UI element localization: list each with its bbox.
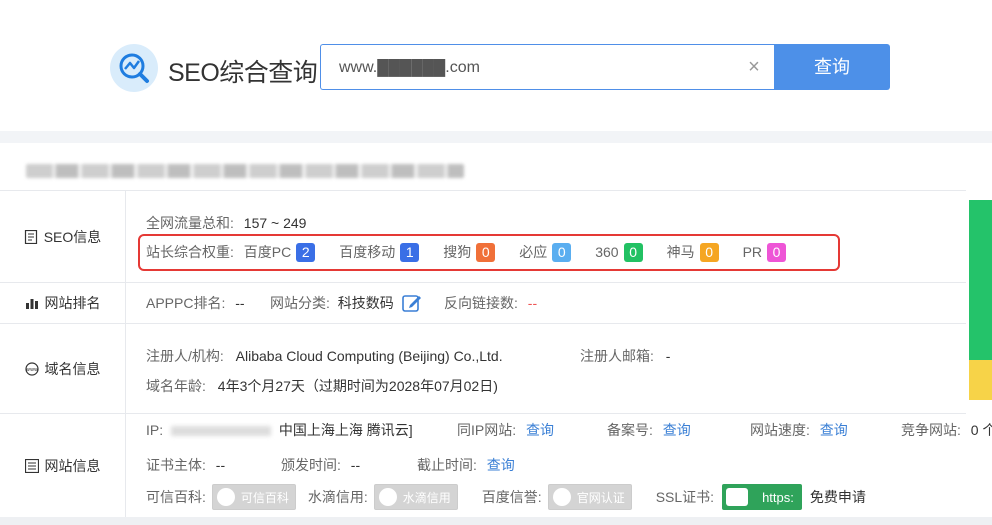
issue-label: 颁发时间:: [281, 457, 341, 473]
domain-label: www 域名信息: [0, 324, 126, 413]
rank-label: 网站排名: [0, 283, 126, 323]
issue-cell: 颁发时间: --: [281, 455, 360, 475]
traffic-label: 全网流量总和:: [146, 215, 234, 231]
ssl-chip[interactable]: https:: [722, 484, 802, 510]
compete-cell: 竞争网站: 0 个: [901, 420, 992, 440]
ssl-shield-icon: [726, 488, 749, 506]
kexin-chip[interactable]: 可信百科: [211, 484, 296, 510]
seo-label: SEO信息: [0, 191, 126, 282]
site-label-text: 网站信息: [44, 457, 101, 474]
kexin-label: 可信百科:: [146, 489, 206, 505]
same-ip-label: 同IP网站:: [457, 422, 517, 438]
result-panel: SEO信息 全网流量总和: 157 ~ 249 站长综合权重: 百度PC 2 百度移…: [0, 143, 992, 525]
cert-value: --: [215, 457, 226, 473]
rank-label-text: 网站排名: [44, 295, 101, 311]
kexin-chip-text: 可信百科: [240, 490, 289, 505]
age-cell: 域名年龄: 4年3个月27天（过期时间为2028年07月02日): [146, 376, 498, 396]
category-cell: 网站分类: 科技数码: [270, 293, 422, 313]
side-banner[interactable]: [969, 200, 992, 400]
apppc-label: APPPC排名:: [146, 295, 226, 311]
cert-label: 证书主体:: [146, 457, 206, 473]
backlinks-label: 反向链接数:: [444, 295, 518, 311]
apppc-value: --: [235, 295, 245, 311]
ip-location: 中国上海上海 腾讯云]: [278, 422, 413, 438]
same-ip-cell: 同IP网站: 查询: [457, 420, 554, 440]
bar-chart-icon: [25, 299, 38, 309]
clear-icon[interactable]: ×: [745, 57, 763, 77]
domain-label-text: 域名信息: [44, 360, 101, 377]
icp-label: 备案号:: [607, 422, 653, 438]
kexin-icon: [216, 488, 235, 506]
backlinks-cell: 反向链接数: --: [444, 293, 537, 313]
email-cell: 注册人邮箱: -: [580, 346, 670, 366]
site-title-redacted: [26, 164, 464, 178]
header-area: SEO综合查询 × 查询: [0, 0, 992, 131]
backlinks-value: --: [527, 295, 538, 311]
search-field[interactable]: [320, 44, 774, 90]
compete-value: 0 个: [970, 422, 992, 438]
icp-cell: 备案号: 查询: [607, 420, 691, 440]
registrant-value: Alibaba Cloud Computing (Beijing) Co.,Lt…: [235, 348, 503, 364]
shuidi-chip-text: 水滴信用: [402, 490, 451, 505]
email-label: 注册人邮箱:: [580, 348, 654, 364]
search-button[interactable]: 查询: [774, 44, 890, 90]
registrant-cell: 注册人/机构: Alibaba Cloud Computing (Beijing…: [146, 346, 503, 366]
expire-link[interactable]: 查询: [487, 457, 515, 473]
traffic-cell: 全网流量总和: 157 ~ 249: [146, 213, 306, 233]
paw-icon: [552, 488, 571, 506]
age-value: 4年3个月27天（过期时间为2028年07月02日): [217, 378, 498, 394]
brand-title: SEO综合查询: [168, 59, 318, 87]
waterdrop-icon: [378, 488, 397, 506]
rank-row: 网站排名 APPPC排名: -- 网站分类: 科技数码 反向链接数: --: [0, 282, 966, 323]
site-row: 网站信息 IP: 中国上海上海 腾讯云] 同IP网站: 查询 备案号: 查询 网…: [0, 413, 992, 517]
globe-icon: www: [24, 361, 39, 376]
expire-label: 截止时间:: [417, 457, 477, 473]
category-value: 科技数码: [337, 295, 394, 311]
issue-value: --: [350, 457, 361, 473]
cert-cell: 证书主体: --: [146, 455, 225, 475]
shuidi-label: 水滴信用:: [307, 489, 368, 505]
baidu-label: 百度信誉:: [481, 489, 542, 505]
category-label: 网站分类:: [270, 295, 330, 311]
ssl-label: SSL证书:: [655, 489, 715, 505]
site-label: 网站信息: [0, 414, 126, 517]
ip-label: IP:: [146, 422, 164, 438]
compete-label: 竞争网站:: [901, 422, 961, 438]
shuidi-chip[interactable]: 水滴信用: [373, 484, 458, 510]
document-icon: [24, 229, 37, 244]
edit-icon[interactable]: [401, 293, 422, 313]
ssl-chip-text: https:: [762, 489, 794, 505]
bottom-strip: [0, 517, 992, 525]
baidu-chip[interactable]: 官网认证: [547, 484, 632, 510]
baidu-chip-text: 官网认证: [576, 490, 625, 505]
highlight-frame: [138, 234, 840, 271]
ssl-free-link[interactable]: 免费申请: [810, 487, 866, 507]
list-icon: [24, 458, 39, 473]
ip-redacted: [171, 426, 272, 437]
search-input[interactable]: [339, 56, 719, 80]
speed-link[interactable]: 查询: [820, 422, 848, 438]
age-label: 域名年龄:: [146, 378, 206, 394]
same-ip-link[interactable]: 查询: [526, 422, 554, 438]
domain-row: www 域名信息 注册人/机构: Alibaba Cloud Computing…: [0, 323, 966, 413]
seo-label-text: SEO信息: [43, 228, 102, 245]
speed-cell: 网站速度: 查询: [750, 420, 848, 440]
logo-icon: [110, 44, 158, 92]
svg-text:www: www: [25, 367, 37, 373]
expire-cell: 截止时间: 查询: [417, 455, 515, 475]
apppc-cell: APPPC排名: --: [146, 293, 245, 313]
ip-cell: IP: 中国上海上海 腾讯云]: [146, 420, 413, 440]
traffic-value: 157 ~ 249: [243, 215, 307, 231]
speed-label: 网站速度:: [750, 422, 810, 438]
icp-link[interactable]: 查询: [663, 422, 691, 438]
badges-cell: 可信百科: 可信百科 水滴信用: 水滴信用 百度信誉: 官网认证 SSL证书: …: [146, 484, 866, 510]
email-value: -: [665, 348, 671, 364]
registrant-label: 注册人/机构:: [146, 348, 224, 364]
